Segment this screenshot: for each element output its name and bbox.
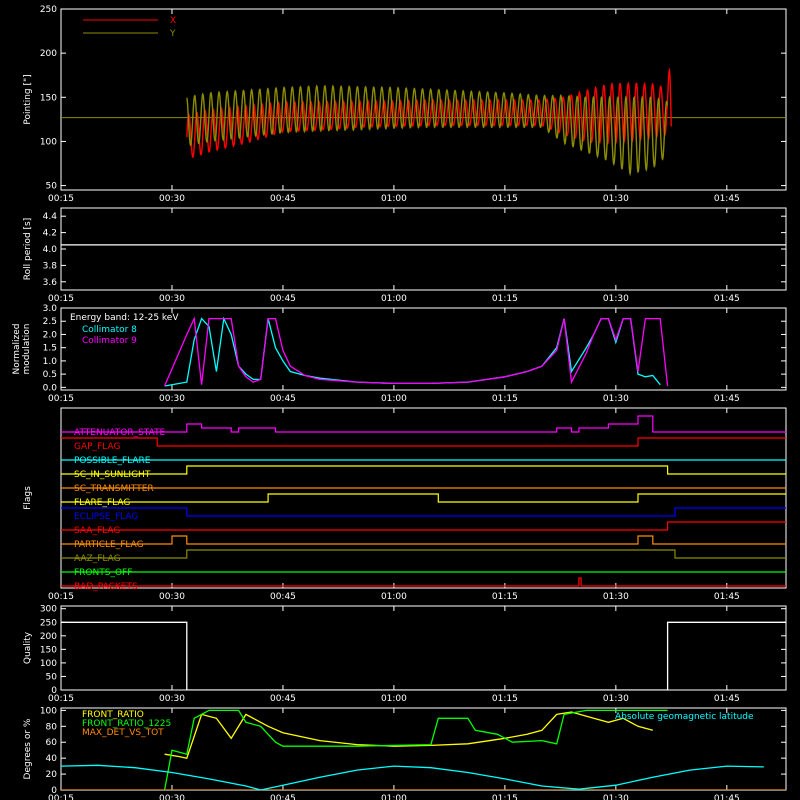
- y-axis-label: Roll period [s]: [23, 218, 33, 280]
- x-tick-label: 00:45: [270, 592, 296, 602]
- y-tick-label: 100: [40, 659, 57, 669]
- y-tick-label: 0: [51, 686, 57, 696]
- x-tick-label: 01:45: [714, 794, 740, 800]
- x-tick-label: 01:45: [714, 694, 740, 704]
- flag-label: ECLIPSE_FLAG: [74, 512, 138, 522]
- x-tick-label: 01:45: [714, 194, 740, 204]
- x-tick-label: 01:30: [603, 294, 629, 304]
- x-tick-label: 01:30: [603, 394, 629, 404]
- legend-label: MAX_DET_VS_TOT: [82, 728, 164, 738]
- y-tick-label: 300: [40, 605, 57, 615]
- flag-label: BAD_PACKETS: [74, 582, 138, 592]
- y-tick-label: 100: [40, 137, 57, 147]
- y-axis-label: Pointing ["]: [23, 74, 33, 124]
- y-tick-label: 3.8: [43, 261, 58, 271]
- flag-label: PARTICLE_FLAG: [74, 540, 144, 550]
- flag-label: SAA_FLAG: [74, 526, 120, 536]
- x-tick-label: 01:15: [492, 294, 518, 304]
- legend-label: Collimator 9: [82, 336, 137, 346]
- y-tick-label: 0: [51, 786, 57, 796]
- y-tick-label: 150: [40, 93, 57, 103]
- x-tick-label: 01:30: [603, 592, 629, 602]
- legend-label: Absolute geomagnetic latitude: [615, 712, 754, 722]
- x-tick-label: 00:15: [48, 394, 74, 404]
- x-tick-label: 01:15: [492, 394, 518, 404]
- y-tick-label: 50: [46, 182, 58, 192]
- y-axis-label-line: modulation: [22, 324, 32, 375]
- flag-label: SC_IN_SUNLIGHT: [74, 470, 151, 480]
- y-tick-label: 3.6: [43, 278, 58, 288]
- y-tick-label: 100: [40, 706, 57, 716]
- y-axis-label: Quality: [23, 631, 33, 664]
- y-tick-label: 1.0: [43, 357, 58, 367]
- x-tick-label: 01:30: [603, 694, 629, 704]
- legend-label: Collimator 8: [82, 325, 137, 335]
- y-tick-label: 4.2: [43, 229, 57, 239]
- x-tick-label: 00:15: [48, 294, 74, 304]
- legend-label: Y: [169, 29, 176, 39]
- x-tick-label: 00:30: [159, 194, 185, 204]
- flag-label: FLARE_FLAG: [74, 498, 130, 508]
- x-tick-label: 01:45: [714, 394, 740, 404]
- y-tick-label: 20: [46, 770, 58, 780]
- y-tick-label: 2.0: [43, 330, 58, 340]
- x-tick-label: 01:00: [381, 694, 407, 704]
- x-tick-label: 00:30: [159, 592, 185, 602]
- x-tick-label: 00:30: [159, 694, 185, 704]
- flag-label: GAP_FLAG: [74, 442, 120, 452]
- x-tick-label: 01:15: [492, 694, 518, 704]
- x-tick-label: 00:30: [159, 394, 185, 404]
- x-tick-label: 01:15: [492, 194, 518, 204]
- y-axis-label-line: Normalized: [12, 323, 22, 374]
- x-tick-label: 00:45: [270, 794, 296, 800]
- x-tick-label: 00:45: [270, 294, 296, 304]
- x-tick-label: 01:00: [381, 194, 407, 204]
- x-tick-label: 01:45: [714, 592, 740, 602]
- y-tick-label: 200: [40, 49, 57, 59]
- x-tick-label: 01:00: [381, 794, 407, 800]
- flag-label: ATTENUATOR_STATE: [74, 428, 166, 438]
- legend-label: X: [170, 16, 176, 26]
- x-tick-label: 01:00: [381, 394, 407, 404]
- y-tick-label: 4.4: [43, 212, 58, 222]
- x-tick-label: 00:45: [270, 194, 296, 204]
- flag-label: FRONTS_OFF: [74, 568, 132, 578]
- observation-summary-figure: 00:15 00:30 00:45 01:00 01:15 01:30 01:45 50 100…: [0, 0, 800, 800]
- y-tick-label: 2.5: [43, 317, 57, 327]
- y-tick-label: 60: [46, 738, 58, 748]
- x-tick-label: 00:45: [270, 694, 296, 704]
- y-tick-label: 250: [40, 5, 57, 15]
- y-tick-label: 0.0: [43, 383, 58, 393]
- energy-band-annotation: Energy band: 12-25 keV: [70, 313, 179, 323]
- y-tick-label: 80: [46, 722, 58, 732]
- x-tick-label: 01:45: [714, 294, 740, 304]
- flag-label: SC_TRANSMITTER: [74, 484, 154, 494]
- x-tick-label: 01:30: [603, 194, 629, 204]
- y-tick-label: 1.5: [43, 344, 57, 354]
- x-tick-label: 01:15: [492, 592, 518, 602]
- y-tick-label: 50: [46, 672, 58, 682]
- y-axis-label: Flags: [23, 486, 33, 510]
- x-tick-label: 00:15: [48, 194, 74, 204]
- y-tick-label: 200: [40, 632, 57, 642]
- x-tick-label: 00:30: [159, 294, 185, 304]
- y-tick-label: 150: [40, 645, 57, 655]
- x-tick-label: 01:30: [603, 794, 629, 800]
- x-tick-label: 01:00: [381, 294, 407, 304]
- y-tick-label: 3.0: [43, 304, 58, 314]
- y-axis-label: Degrees or %: [23, 718, 33, 779]
- y-tick-label: 4.0: [43, 245, 58, 255]
- y-axis-label: Normalizedmodulation: [12, 323, 32, 374]
- x-tick-label: 00:15: [48, 592, 74, 602]
- flag-label: POSSIBLE_FLARE: [74, 456, 151, 466]
- flag-label: AAZ_FLAG: [74, 554, 121, 564]
- y-tick-label: 40: [46, 754, 58, 764]
- x-tick-label: 01:15: [492, 794, 518, 800]
- x-tick-label: 01:00: [381, 592, 407, 602]
- x-tick-label: 00:45: [270, 394, 296, 404]
- y-tick-label: 250: [40, 618, 57, 628]
- x-tick-label: 00:30: [159, 794, 185, 800]
- y-tick-label: 0.5: [43, 370, 57, 380]
